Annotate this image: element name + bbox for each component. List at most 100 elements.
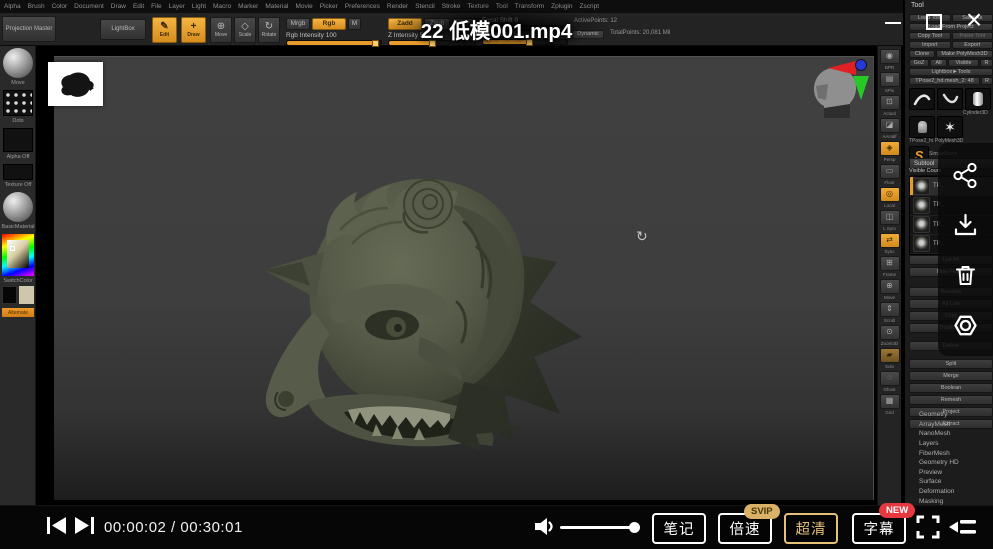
z-axis-dot [856,60,867,71]
polymesh3d-thumbnail[interactable]: ✶ [937,116,963,138]
maximize-button[interactable] [921,10,947,34]
right-shelf-button[interactable]: ⊞ Frame [880,256,900,278]
right-shelf-button[interactable]: ▦ Grid [880,394,900,416]
palette-section-header[interactable]: Geometry HD [909,458,993,468]
close-icon: × [966,4,982,36]
palette-sections: GeometryArrayMeshNanoMeshLayersFiberMesh… [909,410,993,516]
menu-item[interactable]: Draw [111,3,126,10]
right-shelf-button[interactable]: ◎ Local [880,187,900,209]
menu-item[interactable]: Picker [320,3,338,10]
menu-item[interactable]: Macro [213,3,231,10]
maximize-icon [926,14,942,30]
menu-item[interactable]: Marker [238,3,258,10]
subtool-action-button[interactable]: Split [909,359,993,369]
make-polymesh-button[interactable]: Make PolyMesh3D [936,50,993,58]
minimize-button[interactable] [880,12,906,34]
fullscreen-icon [918,517,938,537]
right-shelf-button[interactable]: ◌ Ghost [880,371,900,393]
skip-forward-icon [75,517,89,534]
record-button[interactable] [952,312,979,339]
palette-section-header[interactable]: Geometry [909,410,993,420]
next-button[interactable] [74,516,95,535]
stroke-thumbnail[interactable] [3,90,33,116]
clone-button[interactable]: Clone [909,50,935,58]
menu-item[interactable]: Edit [133,3,144,10]
cylinder3d-label: Cylinder3D [963,110,988,116]
menu-item[interactable]: Movie [295,3,312,10]
quality-button[interactable]: 超清 [784,513,838,544]
texture-thumbnail[interactable] [3,164,33,180]
palette-section-header[interactable]: NanoMesh [909,429,993,439]
right-shelf-button[interactable]: ⊡ Actual [880,95,900,117]
volume-slider[interactable] [560,526,636,529]
subtool-action-button[interactable]: Remesh [909,395,993,405]
palette-section-header[interactable]: ArrayMesh [909,420,993,430]
menu-item[interactable]: Layer [169,3,185,10]
previous-button[interactable] [46,516,67,535]
menu-item[interactable]: Light [192,3,206,10]
menu-item[interactable]: Color [52,3,68,10]
rotate-cursor-icon: ↻ [636,228,648,245]
close-button[interactable]: × [959,4,989,36]
tpose-mesh-thumbnail[interactable] [909,116,935,138]
playlist-toggle-button[interactable] [949,517,977,537]
palette-section-header[interactable]: Surface [909,477,993,487]
menu-item[interactable]: Material [265,3,288,10]
subtool-thumbnail [913,197,930,214]
time-display: 00:00:02 / 00:30:01 [104,519,243,536]
right-shelf-icon: ◌ [880,371,900,386]
right-shelf-button[interactable]: ⇄ Sync [880,233,900,255]
current-tool-r-button[interactable]: R [981,77,993,85]
menu-item[interactable]: Preferences [345,3,380,10]
palette-title: Tool [911,2,924,9]
right-shelf-button[interactable]: ⇕ Scroll [880,302,900,324]
download-button[interactable] [952,212,979,239]
brush-tool-thumbnail[interactable] [937,88,963,110]
right-shelf-button[interactable]: ▭ Floor [880,164,900,186]
cylinder3d-thumbnail[interactable] [965,88,991,110]
r-button[interactable]: R [980,59,993,67]
secondary-color-swatch[interactable] [19,286,34,304]
volume-knob[interactable] [629,522,640,533]
subtool-action-button[interactable]: Boolean [909,383,993,393]
goz-button[interactable]: GoZ [909,59,929,67]
volume-button[interactable] [532,515,555,538]
goz-visible-button[interactable]: Visible [948,59,979,67]
lightbox-tools-button[interactable]: Lightbox►Tools [909,68,993,76]
right-shelf-button[interactable]: ◈ Persp [880,141,900,163]
main-color-swatch[interactable] [2,286,17,304]
alternate-button[interactable]: Alternate [2,308,34,317]
right-shelf-button[interactable]: ⊙ Zoom3D [880,325,900,347]
right-shelf-button[interactable]: ◉ BPR [880,49,900,71]
right-shelf-button[interactable]: ▤ SPix [880,72,900,94]
subtool-action-button[interactable]: Merge [909,371,993,381]
switch-color-label: SwitchColor [0,278,36,284]
delete-button[interactable] [952,262,979,289]
logo-thumbnail [48,62,103,106]
pause-button[interactable] [14,515,38,537]
material-thumbnail[interactable] [3,192,33,222]
palette-section-header[interactable]: Layers [909,439,993,449]
current-tool-button[interactable]: TPose2_hd.mesh_2: 48 [909,77,980,85]
right-shelf-button[interactable]: ◪ AAHalf [880,118,900,140]
alpha-thumbnail[interactable] [3,128,33,152]
color-picker[interactable] [2,234,34,276]
brush-thumbnail[interactable] [3,48,33,78]
right-shelf-button[interactable]: ◫ L.Sym [880,210,900,232]
share-button[interactable] [952,162,979,189]
menu-item[interactable]: File [151,3,161,10]
palette-section-header[interactable]: Preview [909,468,993,478]
brush-tool-thumbnail[interactable] [909,88,935,110]
color-picker-square[interactable] [7,240,29,268]
right-shelf-button[interactable]: ⊕ Move [880,279,900,301]
right-shelf-button[interactable]: ▰ Solo [880,348,900,370]
palette-section-header[interactable]: FiberMesh [909,448,993,458]
menu-item[interactable]: Brush [28,3,45,10]
fullscreen-button[interactable] [915,514,941,540]
notes-button[interactable]: 笔记 [652,513,706,544]
menu-item[interactable]: Alpha [4,3,21,10]
menu-item[interactable]: Document [74,3,104,10]
palette-section-header[interactable]: Deformation [909,487,993,497]
goz-all-button[interactable]: All [930,59,947,67]
stroke-label: Dots [0,118,36,124]
